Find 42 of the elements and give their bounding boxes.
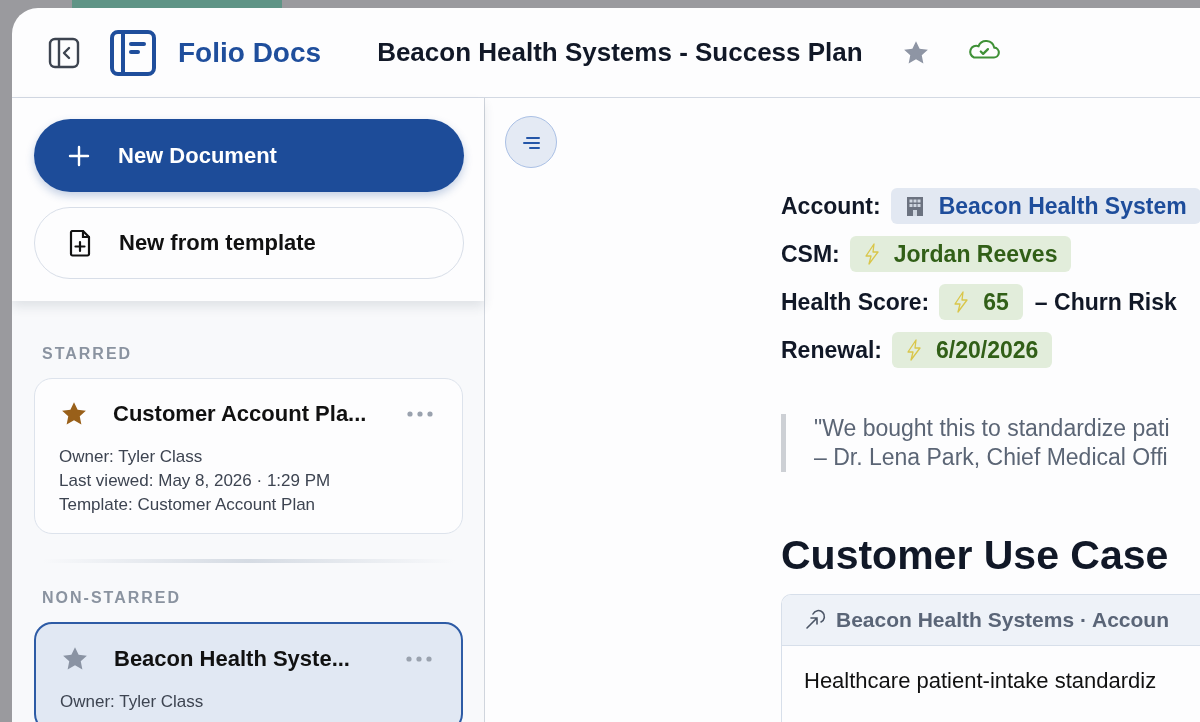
new-from-template-button[interactable]: New from template [34,207,464,279]
building-icon [904,195,925,217]
document-meta: Owner: Tyler Class [59,446,204,468]
lightning-icon [906,339,922,361]
sidebar-collapse-icon [48,36,80,69]
field-chip[interactable]: Beacon Health System [890,188,1200,224]
link-arrow-icon [804,609,826,631]
document-card[interactable]: Beacon Health Syste... Owner: Tyler Class [34,622,463,722]
document-title: Customer Account Pla... [113,401,368,427]
file-plus-icon [69,229,91,257]
section-heading: STARRED [42,345,134,363]
lightning-icon [953,291,970,313]
logo-icon [110,29,156,76]
field-chip[interactable]: 65 [939,284,1023,320]
new-document-button[interactable]: New Document [34,119,464,192]
sidebar-toggle-button[interactable] [48,36,80,69]
field-label: Health Score: [781,288,930,316]
quote-text: "We bought this to standardize pati [814,414,1171,443]
embed-text: Healthcare patient-intake standardiz [803,667,1158,695]
quote-text: – Dr. Lena Park, Chief Medical Offi [814,443,1169,472]
document-meta: Owner: Tyler Class [60,691,205,713]
document-meta: Last viewed: May 8, 2026 · 1:29 PM [59,470,332,492]
list-icon [521,135,541,149]
section-heading: NON-STARRED [42,589,183,607]
outline-button[interactable] [505,116,557,168]
field-chip[interactable]: 6/20/2026 [892,332,1053,368]
document-meta: Template: Customer Account Plan [59,494,317,516]
plus-icon [68,144,90,167]
field-label: Account: [781,192,881,220]
app-name: Folio Docs [178,36,322,69]
field-label: Renewal: [781,336,882,364]
field-label: CSM: [781,240,840,268]
lightning-icon [863,243,880,265]
embed-title[interactable]: Beacon Health Systems · Accoun [836,608,1169,632]
more-options-icon[interactable] [406,410,434,418]
field-chip[interactable]: Jordan Reeves [849,236,1072,272]
document-title: Beacon Health Systems - Success Plan [377,37,863,68]
document-card[interactable]: Customer Account Pla... Owner: Tyler Class Last viewed: May 8, 2026 · 1:29 PM Template: Customer Account Plan [34,378,463,534]
more-options-icon[interactable] [405,655,433,663]
section-heading: Customer Use Case [781,531,1170,580]
document-title: Beacon Health Syste... [114,646,351,672]
field-note: – Churn Risk [1034,288,1177,316]
